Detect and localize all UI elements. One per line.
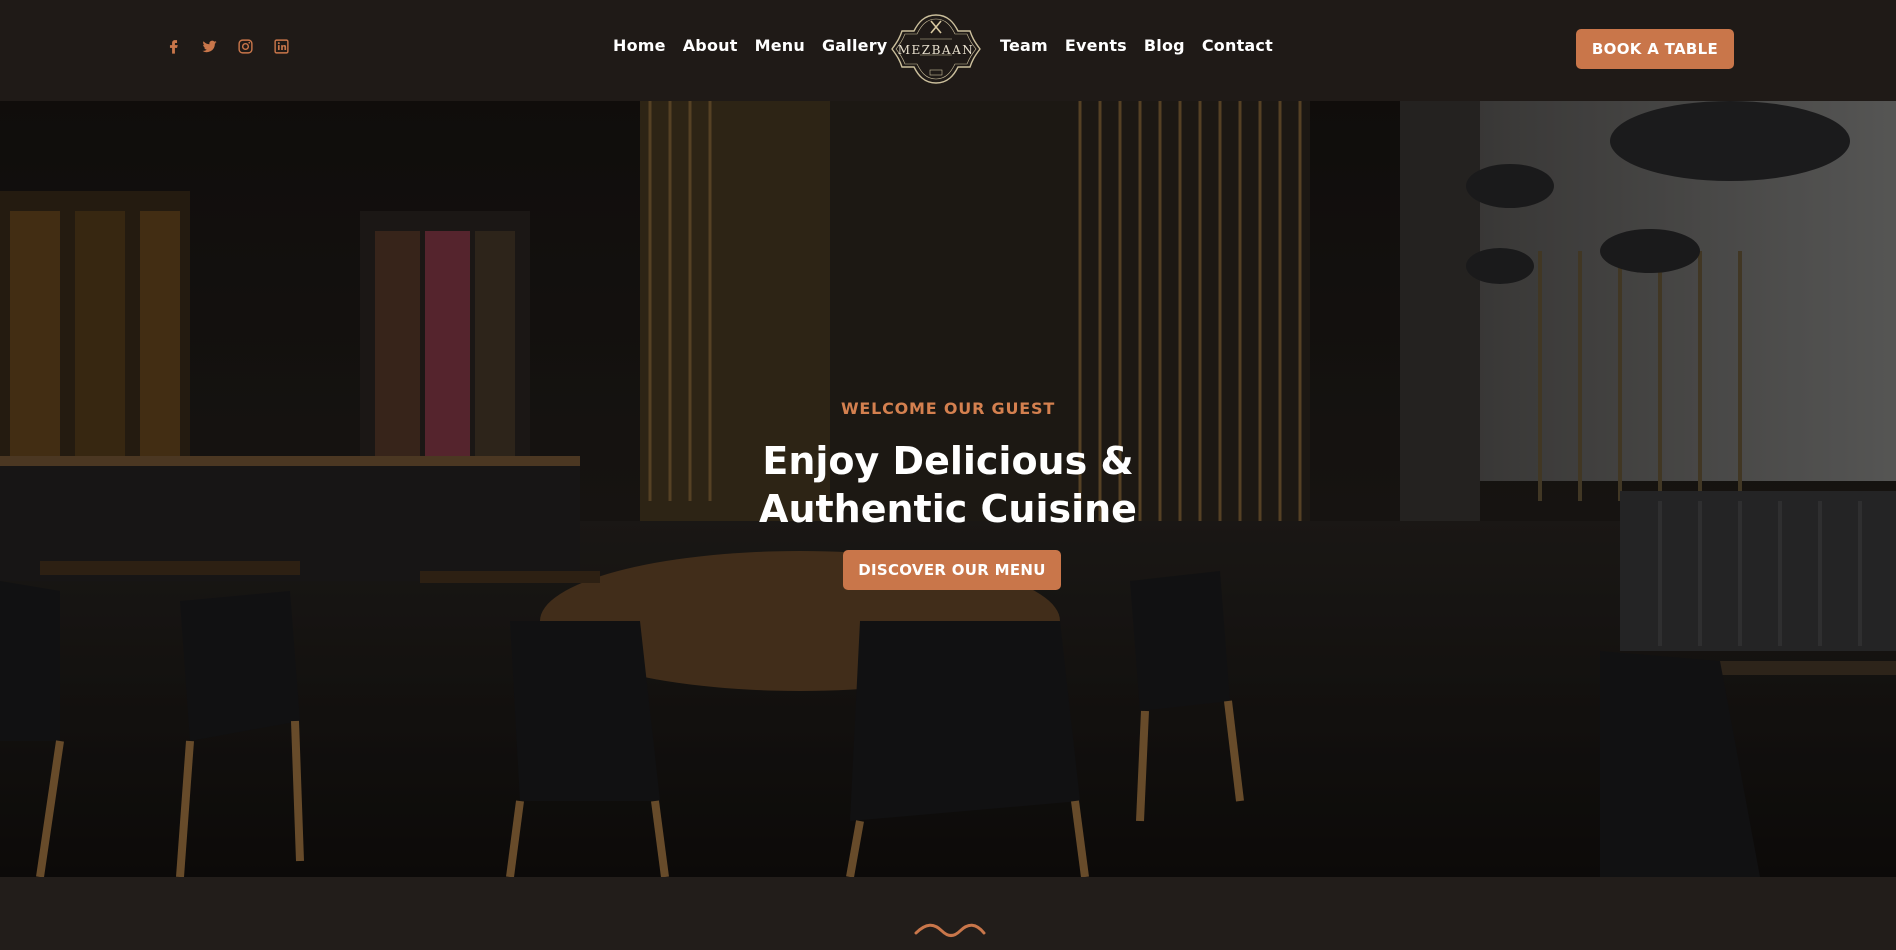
facebook-icon[interactable] [163,36,183,56]
nav-home[interactable]: Home [613,36,666,55]
site-logo[interactable]: Mezbaan [884,9,988,89]
site-header: Home About Menu Gallery Mezbaan Team Eve… [0,0,1896,101]
nav-team[interactable]: Team [1000,36,1048,55]
nav-gallery[interactable]: Gallery [822,36,887,55]
hero-content: WELCOME OUR GUEST Enjoy Delicious & Auth… [0,101,1896,877]
hero-subtitle: WELCOME OUR GUEST [840,399,1056,418]
linkedin-icon[interactable] [271,36,291,56]
discover-menu-button[interactable]: DISCOVER OUR MENU [843,550,1061,590]
main-nav-left: Home About Menu Gallery [613,36,887,55]
hero-title: Enjoy Delicious & Authentic Cuisine [0,437,1896,533]
twitter-icon[interactable] [199,36,219,56]
nav-contact[interactable]: Contact [1202,36,1273,55]
instagram-icon[interactable] [235,36,255,56]
hero-section: WELCOME OUR GUEST Enjoy Delicious & Auth… [0,101,1896,877]
main-nav-right: Team Events Blog Contact [1000,36,1273,55]
next-section [0,877,1896,950]
logo-wordmark: Mezbaan [897,43,975,57]
nav-menu[interactable]: Menu [755,36,805,55]
social-links [163,36,291,56]
nav-about[interactable]: About [683,36,738,55]
book-table-button[interactable]: BOOK A TABLE [1576,29,1734,69]
nav-events[interactable]: Events [1065,36,1127,55]
hero-title-line2: Authentic Cuisine [759,487,1137,531]
nav-blog[interactable]: Blog [1144,36,1185,55]
wave-divider-icon [914,923,986,937]
hero-title-line1: Enjoy Delicious & [762,439,1134,483]
